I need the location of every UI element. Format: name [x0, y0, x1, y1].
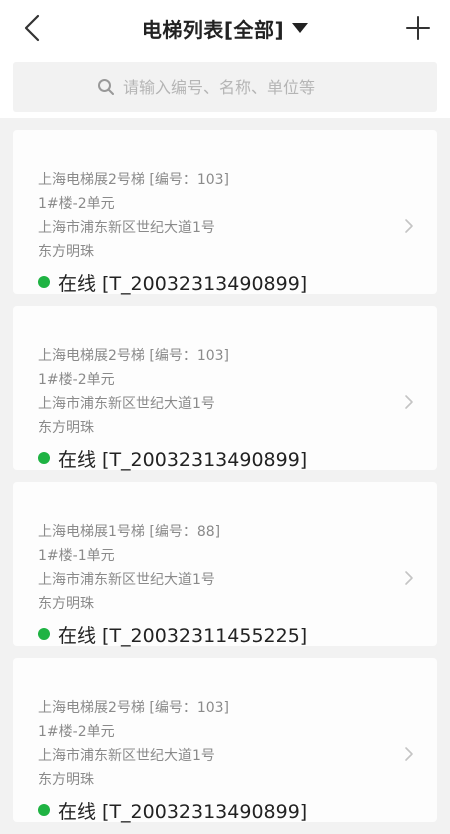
chevron-right-icon: [403, 218, 415, 234]
add-elevator-button[interactable]: [400, 10, 436, 46]
page-title: 电梯列表[全部]: [141, 17, 285, 42]
elevator-address: 上海市浦东新区世纪大道1号: [38, 220, 215, 236]
elevator-status: 在线 [T_20032313490899]: [38, 445, 397, 471]
elevator-card[interactable]: 上海电梯展1号梯 [编号：88] 1#楼-1单元 上海市浦东新区世纪大道1号 东…: [13, 482, 437, 647]
elevator-unit: 1#楼-2单元: [38, 724, 115, 740]
plus-icon: [406, 16, 430, 40]
elevator-card[interactable]: 上海电梯展2号梯 [编号：103] 1#楼-2单元 上海市浦东新区世纪大道1号 …: [13, 658, 437, 823]
chevron-right-icon: [403, 746, 415, 762]
back-button[interactable]: [14, 10, 50, 46]
list-filter-dropdown[interactable]: 电梯列表[全部]: [141, 14, 309, 43]
elevator-place: 东方明珠: [38, 420, 94, 436]
elevator-place: 东方明珠: [38, 772, 94, 788]
elevator-unit: 1#楼-2单元: [38, 372, 115, 388]
elevator-unit: 1#楼-1单元: [38, 548, 115, 564]
online-status-dot-icon: [38, 628, 50, 640]
chevron-left-icon: [24, 14, 40, 42]
chevron-right-icon: [403, 570, 415, 586]
online-status-dot-icon: [38, 276, 50, 288]
status-text: 在线 [T_20032311455225]: [58, 624, 308, 647]
status-text: 在线 [T_20032313490899]: [58, 448, 308, 471]
elevator-list: 上海电梯展2号梯 [编号：103] 1#楼-2单元 上海市浦东新区世纪大道1号 …: [13, 130, 437, 834]
search-icon: [97, 78, 115, 96]
elevator-card[interactable]: 上海电梯展2号梯 [编号：103] 1#楼-2单元 上海市浦东新区世纪大道1号 …: [13, 130, 437, 295]
app-header: 电梯列表[全部]: [0, 0, 450, 118]
elevator-name: 上海电梯展2号梯 [编号：103]: [38, 172, 230, 188]
elevator-name: 上海电梯展1号梯 [编号：88]: [38, 524, 221, 540]
search-input[interactable]: [123, 77, 353, 97]
elevator-card[interactable]: 上海电梯展2号梯 [编号：103] 1#楼-2单元 上海市浦东新区世纪大道1号 …: [13, 306, 437, 471]
online-status-dot-icon: [38, 452, 50, 464]
elevator-name: 上海电梯展2号梯 [编号：103]: [38, 348, 230, 364]
elevator-place: 东方明珠: [38, 596, 94, 612]
elevator-status: 在线 [T_20032313490899]: [38, 269, 397, 295]
status-text: 在线 [T_20032313490899]: [58, 800, 308, 823]
caret-down-icon: [292, 23, 309, 33]
elevator-address: 上海市浦东新区世纪大道1号: [38, 396, 215, 412]
elevator-status: 在线 [T_20032313490899]: [38, 797, 397, 823]
elevator-address: 上海市浦东新区世纪大道1号: [38, 748, 215, 764]
online-status-dot-icon: [38, 804, 50, 816]
elevator-name: 上海电梯展2号梯 [编号：103]: [38, 700, 230, 716]
elevator-address: 上海市浦东新区世纪大道1号: [38, 572, 215, 588]
chevron-right-icon: [403, 394, 415, 410]
elevator-unit: 1#楼-2单元: [38, 196, 115, 212]
status-text: 在线 [T_20032313490899]: [58, 272, 308, 295]
search-bar[interactable]: [13, 62, 437, 112]
elevator-status: 在线 [T_20032311455225]: [38, 621, 397, 647]
elevator-place: 东方明珠: [38, 244, 94, 260]
